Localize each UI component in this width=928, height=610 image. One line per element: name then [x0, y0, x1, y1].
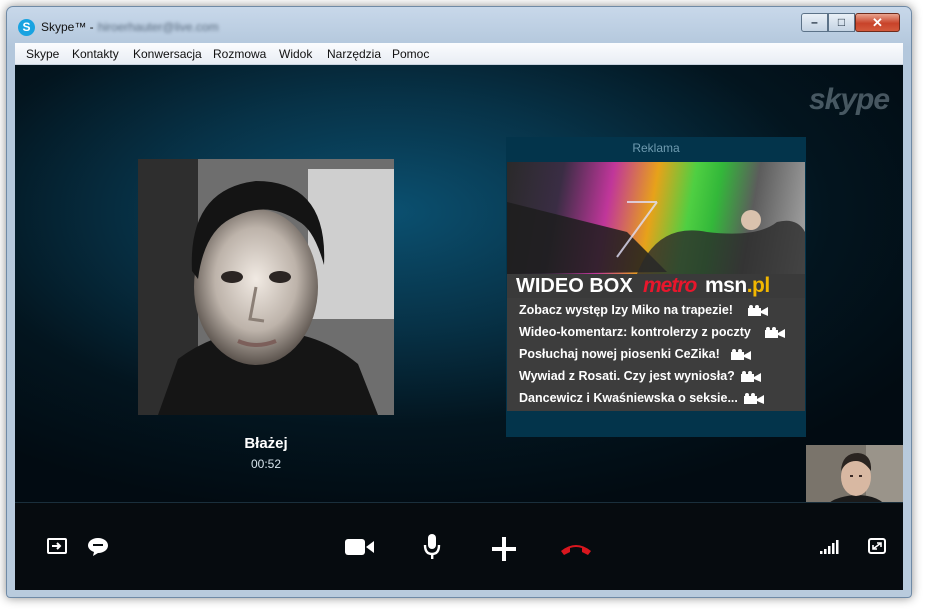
call-controls-bar [15, 502, 903, 590]
caller-avatar [138, 159, 394, 415]
add-icon [492, 537, 516, 561]
video-camera-icon [731, 349, 751, 360]
video-camera-icon [744, 393, 764, 404]
ad-brand-msn: msn.pl [705, 274, 770, 298]
share-screen-button[interactable] [47, 538, 67, 554]
skype-watermark-logo: skype [809, 83, 890, 116]
ad-banner-image[interactable] [507, 162, 805, 274]
minimize-button[interactable]: – [801, 13, 828, 32]
ad-link[interactable]: Wideo-komentarz: kontrolerzy z poczty [507, 322, 805, 344]
mute-button[interactable] [423, 533, 441, 561]
ad-link[interactable]: Wywiad z Rosati. Czy jest wyniosła? [507, 366, 805, 388]
call-duration: 00:52 [250, 457, 282, 471]
ad-panel: Reklama WIDEO BOX metro msn.pl Zobacz wy… [506, 137, 806, 437]
close-icon: ✕ [872, 15, 883, 30]
ad-link[interactable]: Dancewicz i Kwaśniewska o seksie... [507, 388, 805, 410]
minimize-icon: – [811, 15, 818, 29]
video-camera-icon [748, 305, 768, 316]
hang-up-button[interactable] [559, 541, 593, 557]
video-camera-icon [765, 327, 785, 338]
menu-widok[interactable]: Widok [279, 47, 312, 61]
ad-brand-strip[interactable]: WIDEO BOX metro msn.pl [507, 274, 805, 298]
signal-strength-icon [820, 540, 839, 554]
video-toggle-button[interactable] [345, 538, 375, 556]
caller-portrait-icon [138, 159, 394, 415]
maximize-button[interactable]: □ [828, 13, 855, 32]
ad-link-text: Posłuchaj nowej piosenki CeZika! [519, 347, 720, 361]
ad-box[interactable]: WIDEO BOX metro msn.pl Zobacz występ Izy… [507, 162, 805, 411]
ad-link[interactable]: Posłuchaj nowej piosenki CeZika! [507, 344, 805, 366]
window-title: Skype™ - hiroerhauter@live.com [41, 20, 219, 34]
menu-rozmowa[interactable]: Rozmowa [213, 47, 266, 61]
ad-brand-wideo-box: WIDEO BOX [516, 275, 633, 297]
call-stage: skype Błażej 00:52 Reklama WIDEO BOX met… [15, 65, 903, 590]
ad-link-text: Dancewicz i Kwaśniewska o seksie... [519, 391, 738, 405]
close-button[interactable]: ✕ [855, 13, 900, 32]
menu-skype[interactable]: Skype [26, 47, 59, 61]
maximize-icon: □ [837, 15, 846, 29]
window-title-account: hiroerhauter@live.com [97, 20, 219, 34]
ad-brand-msn-tld: .pl [746, 274, 771, 297]
hang-up-icon [561, 545, 591, 555]
ad-link-text: Zobacz występ Izy Miko na trapezie! [519, 303, 733, 317]
video-camera-icon [345, 539, 374, 555]
fullscreen-icon [868, 538, 886, 554]
menu-kontakty[interactable]: Kontakty [72, 47, 119, 61]
screen-share-icon [47, 538, 67, 554]
add-participant-button[interactable] [491, 536, 517, 562]
window-title-text: Skype™ - [41, 20, 94, 34]
call-quality-button[interactable] [819, 539, 839, 555]
microphone-icon [423, 534, 441, 559]
ad-link[interactable]: Zobacz występ Izy Miko na trapezie! [507, 300, 805, 322]
ad-label: Reklama [632, 141, 680, 155]
ad-brand-metro: metro [643, 274, 697, 297]
ad-link-text: Wideo-komentarz: kontrolerzy z poczty [519, 325, 751, 339]
menu-pomoc[interactable]: Pomoc [392, 47, 429, 61]
skype-app-icon[interactable]: S [18, 19, 35, 36]
menu-bar: Skype Kontakty Konwersacja Rozmowa Widok… [15, 43, 903, 65]
ad-brand-msn-text: msn [705, 274, 747, 297]
fullscreen-button[interactable] [868, 538, 886, 554]
chat-icon [88, 538, 108, 556]
caller-name: Błażej [244, 435, 288, 452]
skype-window: S Skype™ - hiroerhauter@live.com – □ ✕ Sk… [6, 6, 912, 598]
chat-button[interactable] [87, 537, 109, 557]
menu-konwersacja[interactable]: Konwersacja [133, 47, 202, 61]
ad-dancer-silhouette-icon [507, 201, 805, 274]
video-camera-icon [741, 371, 761, 382]
ad-link-list: Zobacz występ Izy Miko na trapezie! Wide… [507, 300, 805, 410]
menu-narzedzia[interactable]: Narzędzia [327, 47, 381, 61]
ad-link-text: Wywiad z Rosati. Czy jest wyniosła? [519, 369, 735, 383]
title-bar: S Skype™ - hiroerhauter@live.com – □ ✕ [7, 7, 911, 43]
